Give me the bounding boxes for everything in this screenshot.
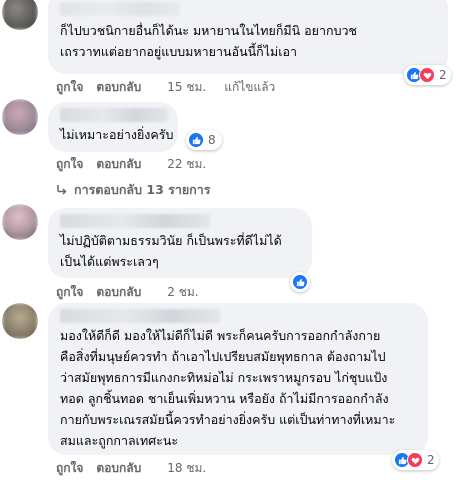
avatar[interactable]: [2, 204, 38, 240]
comment-text-line: เถรวาทแต่อยากอยู่แบบมหายานอันนี้ก็ไม่เอา: [60, 44, 298, 59]
like-button[interactable]: ถูกใจ: [56, 459, 83, 478]
author-name-redacted[interactable]: [60, 108, 168, 122]
edited-label: แก้ไขแล้ว: [224, 80, 276, 94]
comment-actions: ถูกใจ ตอบกลับ 18 ชม.: [56, 459, 206, 478]
like-icon: [188, 132, 204, 148]
like-button[interactable]: ถูกใจ: [56, 283, 83, 302]
comment-timestamp[interactable]: 18 ชม.: [167, 459, 206, 478]
comment-timestamp[interactable]: 15 ชม.: [167, 78, 206, 97]
replies-count-label[interactable]: การตอบกลับ 13 รายการ: [74, 180, 210, 200]
comment-text-line: เป็นได้แต่พระเลวๆ: [60, 254, 159, 269]
reply-arrow-icon: [56, 184, 70, 196]
avatar[interactable]: [2, 99, 38, 135]
reaction-count: 2: [439, 68, 447, 82]
comment-bubble: ไม่เหมาะอย่างยิ่งครับ: [48, 102, 178, 152]
comment-actions: ถูกใจ ตอบกลับ 22 ชม.: [56, 155, 206, 174]
author-name-redacted[interactable]: [60, 309, 220, 323]
author-name-redacted[interactable]: [60, 214, 210, 228]
reaction-summary[interactable]: 2: [404, 65, 451, 85]
reaction-count: 8: [208, 133, 216, 147]
reaction-count: 2: [427, 453, 435, 467]
comment-text-line: ว่าสมัยพุทธการมีแกงกะทิหม่อไม่ กระเพราหม…: [60, 370, 388, 385]
comment-thread: ก็ไปบวชนิกายอื่นก็ได้นะ มหายานในไทยก็มีน…: [0, 0, 464, 483]
reaction-summary[interactable]: 8: [186, 130, 222, 150]
reaction-summary[interactable]: 2: [392, 450, 439, 470]
like-icon: [292, 274, 308, 290]
view-replies-link[interactable]: การตอบกลับ 13 รายการ: [56, 180, 210, 200]
reply-button[interactable]: ตอบกลับ: [96, 283, 141, 302]
comment-actions: ถูกใจ ตอบกลับ 2 ชม.: [56, 283, 199, 302]
avatar[interactable]: [2, 303, 38, 339]
comment-actions: ถูกใจ ตอบกลับ 15 ชม. แก้ไขแล้ว: [56, 78, 275, 97]
comment-bubble: ไม่ปฏิบัติตามธรรมวินัย ก็เป็นพระที่ดีไม่…: [48, 208, 312, 278]
comment-timestamp[interactable]: 22 ชม.: [167, 155, 206, 174]
love-icon: [419, 67, 435, 83]
comment-timestamp[interactable]: 2 ชม.: [167, 283, 198, 302]
reply-button[interactable]: ตอบกลับ: [96, 155, 141, 174]
comment-text-line: คือสิ่งที่มนุษย์ควรทำ ถ้าเอาไปเปรียบสมัย…: [60, 349, 386, 364]
comment-text-line: ไม่เหมาะอย่างยิ่งครับ: [60, 127, 174, 142]
avatar[interactable]: [2, 0, 38, 30]
love-icon: [407, 452, 423, 468]
like-button[interactable]: ถูกใจ: [56, 78, 83, 97]
comment-text-line: กายกับพระเณรสมัยนี้ควรทำอย่างยิ่งครับ แต…: [60, 412, 396, 427]
reply-button[interactable]: ตอบกลับ: [96, 78, 141, 97]
comment-text-line: มองให้ดีก็ดี มองให้ไม่ดีก็ไม่ดี พระก็คนค…: [60, 328, 381, 343]
comment-bubble: มองให้ดีก็ดี มองให้ไม่ดีก็ไม่ดี พระก็คนค…: [48, 303, 428, 455]
reply-button[interactable]: ตอบกลับ: [96, 459, 141, 478]
comment-bubble: ก็ไปบวชนิกายอื่นก็ได้นะ มหายานในไทยก็มีน…: [48, 0, 448, 74]
like-button[interactable]: ถูกใจ: [56, 155, 83, 174]
reaction-summary[interactable]: [290, 272, 310, 292]
comment-text-line: ทอด ลูกชิ้นทอด ชาเย็นเพิ่มหวาน หรือยัง ถ…: [60, 391, 389, 406]
comment-text-line: ไม่ปฏิบัติตามธรรมวินัย ก็เป็นพระที่ดีไม่…: [60, 233, 282, 248]
author-name-redacted[interactable]: [60, 2, 180, 16]
comment-text-line: ก็ไปบวชนิกายอื่นก็ได้นะ มหายานในไทยก็มีน…: [60, 23, 358, 38]
comment-text-line: สมและถูกกาลเทศะนะ: [60, 433, 179, 448]
